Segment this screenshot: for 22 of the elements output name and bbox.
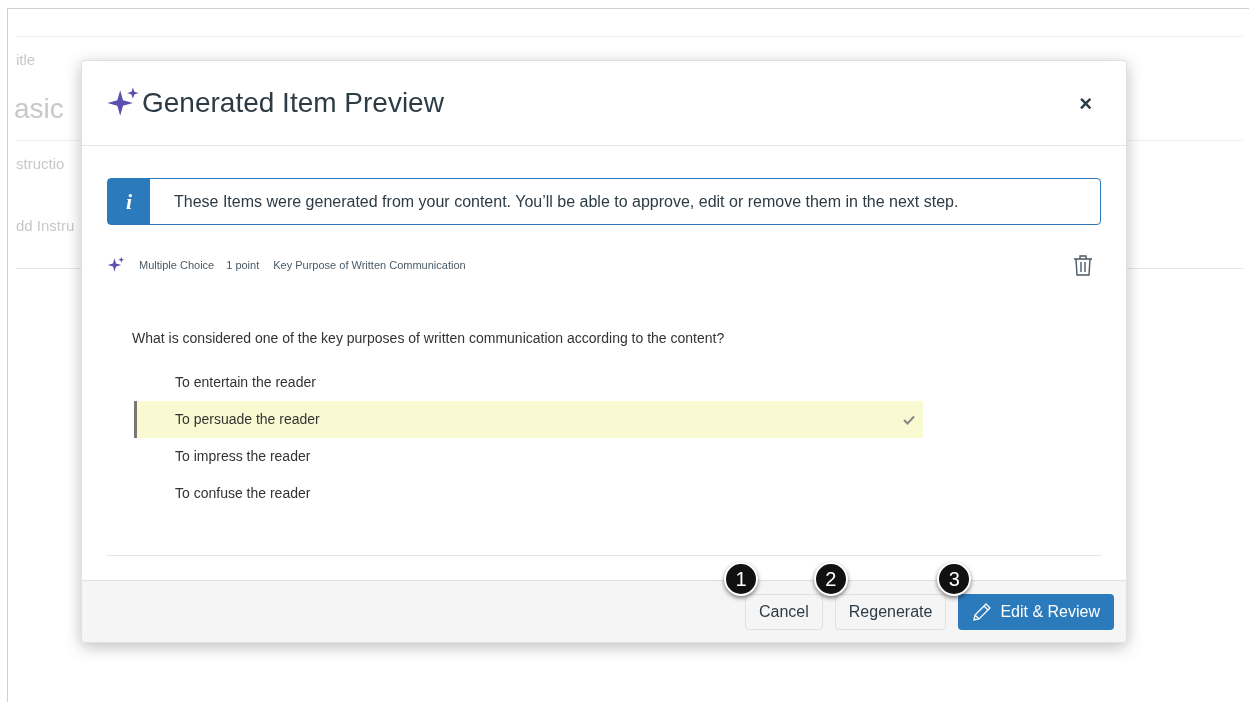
footer-button[interactable]: Cancel	[744, 593, 823, 630]
question-type: Multiple Choice	[139, 257, 215, 273]
edit-review-button[interactable]: Edit & Review	[958, 593, 1114, 630]
answer-option: To entertain the reader	[134, 364, 923, 401]
info-message: These Items were generated from your content. You’ll be able to approve, edit or remove them in the next step.	[173, 191, 959, 212]
close-button[interactable]: ×	[1071, 86, 1100, 120]
question-text: What is considered one of the key purposes of written communication according to the content?	[132, 329, 726, 348]
sparkle-icon	[107, 256, 125, 274]
pencil-icon	[972, 601, 993, 622]
step-badge: 2	[813, 561, 848, 596]
trash-icon[interactable]	[1073, 254, 1093, 276]
question-topic: Key Purpose of Written Communication	[273, 257, 466, 273]
footer-button[interactable]: Regenerate	[834, 593, 947, 630]
info-icon: i	[108, 179, 150, 224]
points: 1 point	[226, 257, 260, 273]
dialog-title: Generated Item Preview	[142, 86, 444, 120]
answer-option: To impress the reader	[134, 438, 923, 475]
step-badge: 1	[723, 561, 758, 596]
step-badge: 3	[937, 561, 972, 596]
answer-option: To confuse the reader	[134, 475, 923, 512]
checkmark-icon	[903, 414, 915, 425]
answer-option: To persuade the reader	[134, 401, 923, 438]
